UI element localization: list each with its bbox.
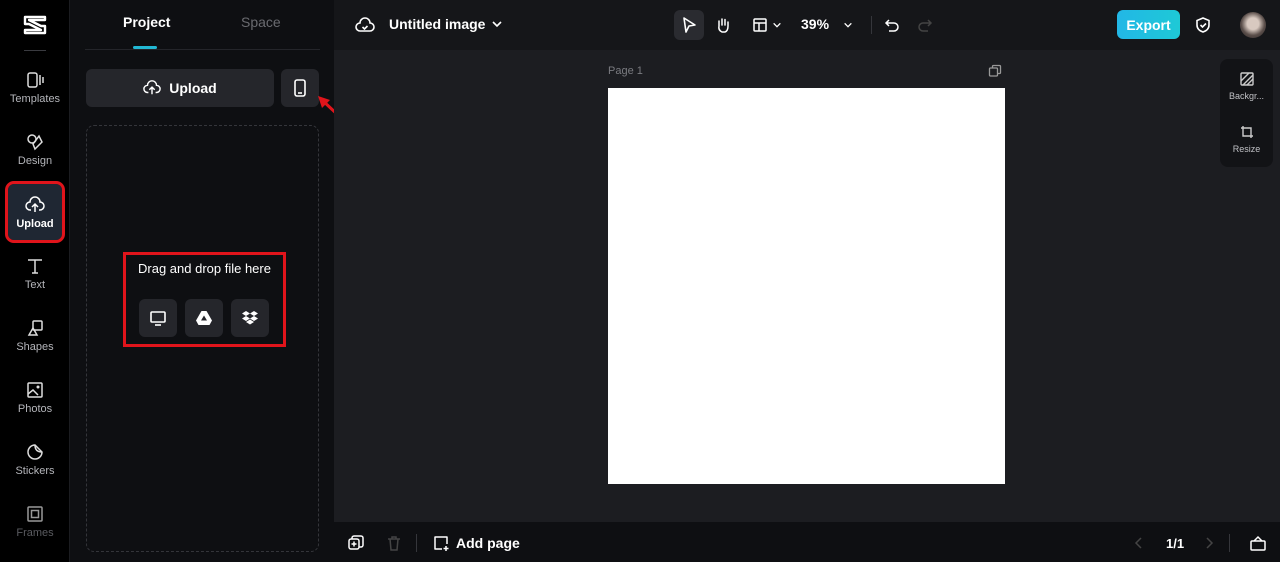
zoom-level[interactable]: 39% xyxy=(801,16,829,32)
top-bar: Untitled image 39% Export xyxy=(334,0,1280,50)
rail-label: Design xyxy=(17,154,53,167)
rail-divider xyxy=(24,50,46,51)
rail-label: Photos xyxy=(17,402,53,415)
resize-tool-label: Resize xyxy=(1232,144,1261,154)
google-drive-icon xyxy=(196,311,212,325)
page-label: Page 1 xyxy=(608,65,643,77)
page-manager-icon[interactable] xyxy=(1249,534,1267,552)
add-page-button[interactable]: Add page xyxy=(432,534,520,552)
rail-label: Upload xyxy=(16,217,54,230)
previous-page-icon[interactable] xyxy=(1132,534,1146,552)
undo-icon xyxy=(884,19,899,32)
mobile-phone-icon xyxy=(294,79,306,97)
rail-item-upload[interactable]: Upload xyxy=(5,181,65,243)
upload-sources xyxy=(139,299,269,337)
hand-icon xyxy=(718,18,729,33)
chevron-down-icon xyxy=(773,22,781,28)
background-icon xyxy=(1239,72,1254,86)
user-avatar[interactable] xyxy=(1240,12,1266,38)
dropzone-highlight-box: Drag and drop file here xyxy=(123,252,286,347)
trash-icon[interactable] xyxy=(385,534,403,552)
right-tool-panel: Backgr... Resize xyxy=(1220,59,1273,167)
export-button[interactable]: Export xyxy=(1117,10,1180,39)
next-page-icon[interactable] xyxy=(1202,534,1216,552)
layout-dropdown[interactable] xyxy=(770,10,784,40)
background-tool-button[interactable]: Backgr... xyxy=(1220,63,1273,109)
redo-button[interactable] xyxy=(910,10,940,40)
rail-label: Text xyxy=(24,278,46,291)
frames-icon xyxy=(27,505,43,522)
upload-cloud-icon xyxy=(25,195,45,212)
toolbar-divider xyxy=(871,16,872,34)
rail-item-stickers[interactable]: Stickers xyxy=(8,431,62,487)
canvas-area: Page 1 Backgr... Resize xyxy=(334,50,1280,522)
security-button[interactable] xyxy=(1188,10,1218,40)
redo-icon xyxy=(918,19,933,32)
shield-check-icon xyxy=(1196,17,1210,33)
rail-item-design[interactable]: Design xyxy=(8,121,62,177)
rail-label: Shapes xyxy=(16,340,54,353)
cloud-saved-icon[interactable] xyxy=(355,15,375,35)
upload-panel: Project Space Upload Drag and drop file … xyxy=(71,0,342,562)
app: Templates Design Upload Text Shapes Phot… xyxy=(0,0,1280,562)
document-title[interactable]: Untitled image xyxy=(389,16,485,32)
add-page-icon xyxy=(434,536,449,551)
design-page[interactable] xyxy=(608,88,1005,484)
panel-tabs: Project Space xyxy=(85,0,320,50)
file-dropzone[interactable]: Drag and drop file here xyxy=(86,125,319,552)
tab-space[interactable]: Space xyxy=(241,14,281,30)
layout-button[interactable] xyxy=(750,10,770,40)
hand-tool-button[interactable] xyxy=(708,10,738,40)
undo-button[interactable] xyxy=(877,10,907,40)
rail-item-templates[interactable]: Templates xyxy=(8,59,62,115)
rail-label: Frames xyxy=(16,526,54,539)
zoom-dropdown[interactable] xyxy=(838,10,858,40)
upload-from-google-drive-button[interactable] xyxy=(185,299,223,337)
upload-button-label: Upload xyxy=(169,80,217,96)
page-counter: 1/1 xyxy=(1166,536,1185,551)
rail-item-text[interactable]: Text xyxy=(8,245,62,301)
resize-tool-button[interactable]: Resize xyxy=(1220,116,1273,162)
bottom-divider xyxy=(1229,534,1230,552)
chevron-down-icon[interactable] xyxy=(491,18,503,30)
upload-from-dropbox-button[interactable] xyxy=(231,299,269,337)
rail-label: Stickers xyxy=(15,464,55,477)
active-tab-indicator xyxy=(133,46,157,49)
left-rail: Templates Design Upload Text Shapes Phot… xyxy=(0,0,70,562)
chevron-down-icon xyxy=(844,22,852,28)
duplicate-icon[interactable] xyxy=(347,534,365,552)
computer-icon xyxy=(150,311,166,326)
pointer-icon xyxy=(683,17,696,33)
bottom-bar: Add page 1/1 xyxy=(334,522,1280,562)
select-tool-button[interactable] xyxy=(674,10,704,40)
templates-icon xyxy=(27,71,44,88)
layout-icon xyxy=(753,18,767,32)
background-tool-label: Backgr... xyxy=(1228,91,1264,101)
rail-label: Templates xyxy=(9,92,61,105)
rail-item-photos[interactable]: Photos xyxy=(8,369,62,425)
dropzone-text: Drag and drop file here xyxy=(138,261,271,276)
rail-item-frames[interactable]: Frames xyxy=(8,493,62,549)
capcut-logo-icon[interactable] xyxy=(22,12,48,38)
design-icon xyxy=(27,133,43,150)
dropbox-icon xyxy=(242,311,258,325)
upload-cloud-icon xyxy=(143,80,162,95)
bottom-divider xyxy=(416,534,417,552)
add-page-label: Add page xyxy=(456,535,520,551)
shapes-icon xyxy=(27,319,43,336)
duplicate-page-icon[interactable] xyxy=(988,64,1002,78)
resize-icon xyxy=(1240,126,1253,138)
photos-icon xyxy=(27,381,43,398)
upload-button[interactable]: Upload xyxy=(86,69,274,107)
text-icon xyxy=(28,258,42,274)
rail-item-shapes[interactable]: Shapes xyxy=(8,307,62,363)
stickers-icon xyxy=(27,443,43,460)
upload-from-computer-button[interactable] xyxy=(139,299,177,337)
tab-project[interactable]: Project xyxy=(123,14,170,30)
